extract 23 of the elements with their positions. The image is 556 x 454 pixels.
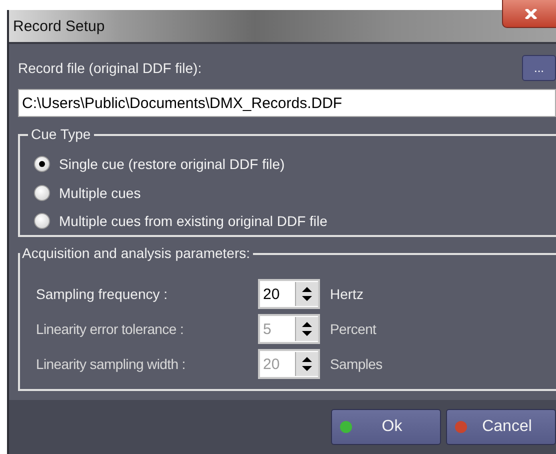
dialog-button[interactable]: Cancel xyxy=(446,409,556,445)
radio-button[interactable] xyxy=(34,213,50,230)
close-icon xyxy=(524,9,538,19)
option-label: Multiple cues from existing original DDF file xyxy=(59,213,328,230)
dialog-button[interactable]: Ok xyxy=(331,409,441,445)
number-spinner[interactable]: 20 xyxy=(258,279,320,309)
parameter-label: Sampling frequency : xyxy=(36,286,169,302)
close-button[interactable] xyxy=(502,0,556,28)
parameter-label: Linearity error tolerance : xyxy=(36,321,185,337)
unit-label: Percent xyxy=(330,321,378,337)
unit-label: Hertz xyxy=(330,286,364,302)
radio-button[interactable] xyxy=(34,184,50,201)
record-file-label: Record file (original DDF file): xyxy=(18,60,202,76)
window-title: Record Setup xyxy=(13,18,105,34)
parameter-label: Linearity sampling width : xyxy=(36,356,186,372)
option-label: Multiple cues xyxy=(59,184,141,201)
option-label: Single cue (restore original DDF file) xyxy=(59,156,285,172)
file-path-field[interactable]: C:\Users\Public\Documents\DMX_Records.DDF xyxy=(18,89,556,117)
group-title: Cue Type xyxy=(28,126,94,142)
group-title: Acquisition and analysis parameters: xyxy=(20,245,254,261)
unit-label: Samples xyxy=(330,356,384,372)
browse-button[interactable]: ... xyxy=(522,55,556,81)
radio-button[interactable] xyxy=(34,156,50,172)
